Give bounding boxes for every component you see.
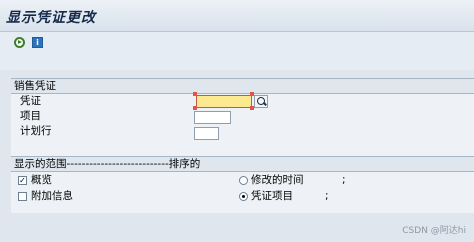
execute-icon[interactable]	[14, 37, 25, 48]
watermark: CSDN @阿达hi	[402, 226, 466, 236]
display-scope-group: 显示的范围---------------------------排序的 ✓ 概览…	[11, 156, 474, 213]
sort-by-item-label: 凭证项目	[251, 190, 293, 202]
selection-handle	[193, 106, 197, 110]
item-label: 项目	[20, 110, 41, 122]
document-label: 凭证	[20, 95, 41, 107]
sort-by-time-label: 修改的时间	[251, 174, 304, 186]
schedule-line-input[interactable]	[194, 127, 219, 140]
additional-info-checkbox[interactable]	[18, 192, 27, 201]
sort-by-time-separator: ;	[342, 174, 346, 186]
info-icon[interactable]: i	[32, 37, 43, 48]
application-toolbar: i	[0, 32, 474, 70]
selection-handle	[193, 92, 197, 96]
sort-by-item-separator: ;	[325, 190, 329, 202]
search-help-button[interactable]	[254, 95, 268, 108]
sales-document-group-title: 销售凭证	[11, 79, 474, 94]
display-scope-group-title: 显示的范围---------------------------排序的	[11, 157, 474, 172]
sort-by-time-radio[interactable]	[239, 176, 248, 185]
document-input[interactable]	[196, 95, 252, 108]
overview-checkbox[interactable]: ✓	[18, 176, 27, 185]
schedule-line-label: 计划行	[20, 125, 52, 137]
radio-selected-dot	[242, 195, 245, 198]
search-icon-handle	[263, 101, 267, 106]
item-input[interactable]	[194, 111, 231, 124]
title-bar: 显示凭证更改	[0, 0, 474, 32]
additional-info-label: 附加信息	[31, 190, 73, 202]
sales-document-group: 销售凭证 凭证 项目 计划行	[11, 78, 474, 157]
sort-by-item-radio[interactable]	[239, 192, 248, 201]
overview-label: 概览	[31, 174, 52, 186]
page-title: 显示凭证更改	[6, 10, 96, 26]
main-content: 销售凭证 凭证 项目 计划行 显示的范围--------------------…	[0, 70, 474, 242]
